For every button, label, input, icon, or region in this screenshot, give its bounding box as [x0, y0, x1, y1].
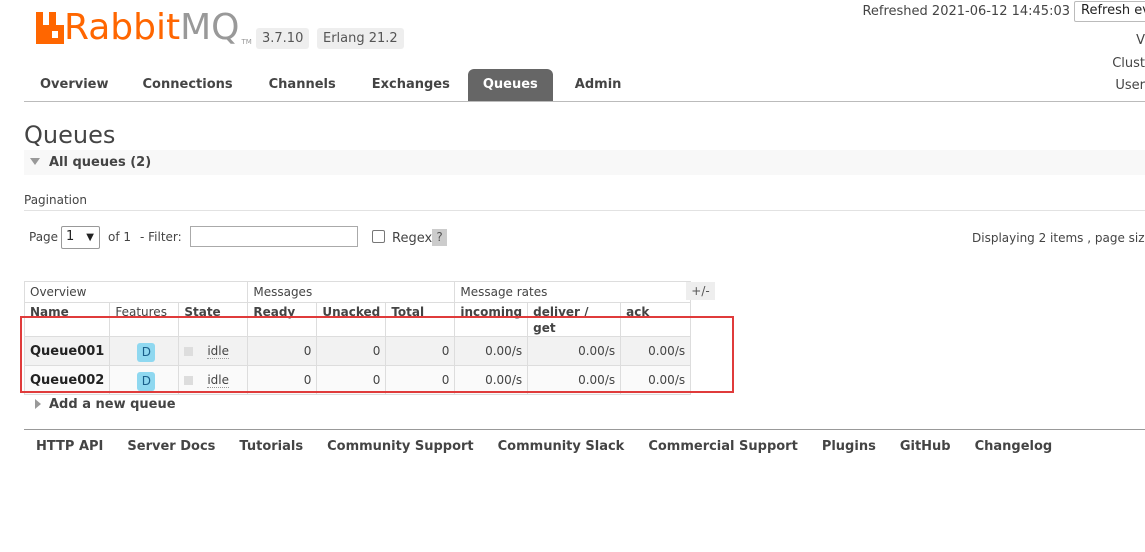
pagination-divider	[24, 210, 1145, 211]
footer-link-http-api[interactable]: HTTP API	[24, 439, 115, 455]
rabbitmq-logo-icon	[36, 12, 64, 44]
footer-link-server-docs[interactable]: Server Docs	[115, 439, 227, 455]
page-title: Queues	[24, 121, 116, 149]
filter-label: - Filter:	[140, 230, 182, 244]
tab-queues[interactable]: Queues	[467, 69, 553, 101]
column-toggle-button[interactable]: +/-	[686, 282, 715, 300]
footer-links: HTTP API Server Docs Tutorials Community…	[24, 439, 1064, 455]
refreshed-timestamp: Refreshed 2021-06-12 14:45:03	[862, 4, 1070, 19]
rabbitmq-logo: RabbitMQ TM	[36, 8, 252, 48]
tab-exchanges[interactable]: Exchanges	[354, 69, 468, 101]
page-count-text: of 1	[108, 230, 132, 244]
chevron-down-icon: ▼	[86, 232, 94, 243]
logo-trademark: TM	[241, 38, 252, 46]
tab-channels[interactable]: Channels	[251, 69, 354, 101]
all-queues-section-header[interactable]	[24, 150, 1145, 175]
footer-link-community-support[interactable]: Community Support	[315, 439, 486, 455]
highlight-annotation-box	[20, 316, 734, 393]
regex-checkbox[interactable]	[372, 230, 385, 243]
expand-triangle-icon[interactable]	[35, 399, 41, 409]
page-label: Page	[29, 230, 59, 244]
displaying-items-text: Displaying 2 items , page size	[972, 231, 1145, 245]
erlang-badge: Erlang 21.2	[317, 28, 404, 49]
filter-input[interactable]	[190, 226, 358, 247]
tab-connections[interactable]: Connections	[125, 69, 251, 101]
logo-wordmark: RabbitMQ	[64, 7, 240, 48]
footer-link-github[interactable]: GitHub	[888, 439, 963, 455]
footer-link-community-slack[interactable]: Community Slack	[486, 439, 637, 455]
version-badge: 3.7.10	[256, 28, 310, 49]
group-header-message-rates: Message rates	[454, 281, 692, 303]
tab-admin[interactable]: Admin	[553, 69, 644, 101]
group-header-messages: Messages	[247, 281, 456, 303]
help-icon[interactable]: ?	[432, 229, 447, 246]
all-queues-title[interactable]: All queues (2)	[49, 155, 151, 170]
footer-link-plugins[interactable]: Plugins	[810, 439, 888, 455]
page-select[interactable]: 1 ▼	[61, 226, 100, 249]
collapse-triangle-icon[interactable]	[30, 158, 40, 165]
footer-link-commercial-support[interactable]: Commercial Support	[636, 439, 810, 455]
add-new-queue-toggle[interactable]: Add a new queue	[49, 397, 176, 412]
group-header-overview: Overview	[23, 281, 249, 303]
page-select-value: 1	[66, 229, 75, 244]
pagination-label: Pagination	[24, 193, 87, 207]
virtual-host-label: V	[1136, 33, 1145, 48]
main-nav-tabs: Overview Connections Channels Exchanges …	[24, 69, 1145, 102]
refresh-interval-select[interactable]: Refresh every 5 seconds	[1074, 1, 1145, 22]
footer-link-changelog[interactable]: Changelog	[963, 439, 1065, 455]
tab-overview[interactable]: Overview	[24, 69, 125, 101]
footer-link-tutorials[interactable]: Tutorials	[227, 439, 315, 455]
footer-divider	[24, 429, 1145, 430]
regex-label: Regex	[392, 231, 433, 246]
